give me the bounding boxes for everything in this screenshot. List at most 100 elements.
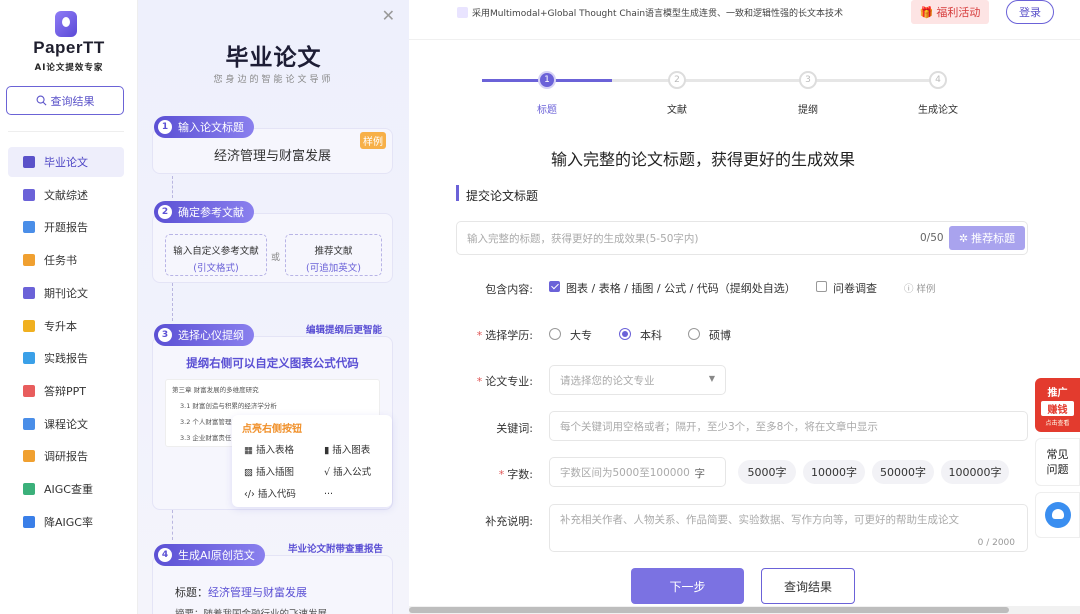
insert-chart-item: ▮ 插入图表 (324, 445, 371, 456)
words-label: * 字数: (498, 468, 533, 481)
sidebar-item-10[interactable]: AIGC查重 (8, 474, 124, 504)
step3-tag: 编辑提纲后更智能 (306, 325, 383, 336)
sidebar-item-2[interactable]: 开题报告 (8, 212, 124, 242)
sidebar-item-5[interactable]: 专升本 (8, 311, 124, 341)
query-result-button[interactable]: 查询结果 (761, 568, 855, 604)
or-text: 或 (271, 253, 281, 263)
keyword-input[interactable]: 每个关键词用空格或者；隔开，至少3个，至多8个，将在文章中显示 (549, 411, 1028, 441)
include-label: 包含内容: (485, 283, 533, 296)
step-1-label: 标题 (537, 105, 557, 116)
step1-sample-title: 经济管理与财富发展 (213, 149, 331, 164)
sidebar-item-label: 文献综述 (44, 188, 88, 202)
word-chip-5000[interactable]: 5000字 (738, 460, 796, 484)
degree-radio-benke[interactable] (619, 328, 631, 340)
degree-text-benke: 本科 (640, 329, 662, 342)
survey-icon (23, 450, 35, 463)
extra-textarea[interactable]: 补充相关作者、人物关系、作品简要、实验数据、写作方向等，可更好的帮助生成论文 0… (549, 504, 1028, 552)
ppt-icon (23, 384, 35, 397)
document-icon (23, 188, 35, 201)
example-link[interactable]: ⓘ 样例 (904, 281, 936, 295)
form-heading: 输入完整的论文标题，获得更好的生成效果 (550, 150, 855, 169)
step3-headline: 提纲右侧可以自定义图表公式代码 (186, 356, 359, 370)
promo-button[interactable]: 🎁 福利活动 (911, 0, 989, 24)
include-survey-text: 问卷调查 (833, 282, 877, 295)
word-chip-100000[interactable]: 100000字 (941, 460, 1009, 484)
graduation-cap-icon (23, 156, 35, 168)
step-connector (172, 176, 173, 198)
step1-pill: 1 输入论文标题 (154, 116, 254, 138)
sparkle-icon: ✲ (958, 231, 969, 245)
sidebar-divider (8, 131, 124, 132)
step-connector (172, 510, 173, 540)
recommended-reference-option: 推荐文献 (可追加英文) (285, 234, 382, 276)
degree-radio-shuobo[interactable] (688, 328, 700, 340)
sidebar-item-label: 课程论文 (44, 417, 88, 431)
sidebar-query-button[interactable]: 查询结果 (6, 86, 124, 115)
sidebar-query-label: 查询结果 (50, 94, 95, 108)
sidebar-item-label: 专升本 (44, 319, 77, 333)
custom-reference-option: 输入自定义参考文献 (引文格式) (165, 234, 267, 276)
recommend-title-button[interactable]: ✲ 推荐标题 (949, 226, 1025, 250)
scrollbar-thumb[interactable] (409, 607, 1009, 613)
step-2-label: 文献 (667, 105, 687, 116)
top-bar: 采用Multimodal+Global Thought Chain语言模型生成连… (409, 0, 1080, 40)
insert-popup: 点亮右侧按钮 ▦ 插入表格 ▮ 插入图表 ▨ 插入插图 √ 插入公式 ‹/› 插… (232, 415, 392, 507)
title-char-count: 0/50 (920, 232, 944, 244)
section-title: 提交论文标题 (466, 189, 539, 203)
practice-icon (23, 352, 35, 365)
extra-label: 补充说明: (485, 515, 533, 528)
sidebar-item-8[interactable]: 课程论文 (8, 409, 124, 439)
insert-table-item: ▦ 插入表格 (244, 445, 295, 456)
chart-down-icon (23, 515, 35, 528)
degree-radio-dazhuan[interactable] (549, 328, 561, 340)
section-marker (456, 185, 459, 201)
major-select[interactable]: 请选择您的论文专业 ▼ (549, 365, 726, 395)
journal-icon (23, 286, 35, 299)
banner-icon (457, 7, 468, 18)
sidebar-item-3[interactable]: 任务书 (8, 245, 124, 275)
step2-pill: 2 确定参考文献 (154, 201, 254, 223)
word-chip-10000[interactable]: 10000字 (803, 460, 865, 484)
popup-more: ... (324, 486, 334, 497)
degree-text-shuobo: 硕博 (709, 329, 731, 342)
sidebar-item-label: 降AIGC率 (44, 515, 93, 529)
sidebar-item-label: 开题报告 (44, 221, 88, 235)
customer-service-widget[interactable] (1035, 492, 1080, 538)
sample-badge: 样例 (360, 132, 386, 149)
extra-char-count: 0 / 2000 (977, 538, 1015, 548)
next-step-button[interactable]: 下一步 (631, 568, 744, 604)
sidebar-item-9[interactable]: 调研报告 (8, 441, 124, 471)
affiliate-widget[interactable]: 推广 赚钱 点击查看 (1035, 378, 1080, 432)
step-1-dot: 1 (538, 71, 556, 89)
word-chip-50000[interactable]: 50000字 (872, 460, 934, 484)
step3-pill: 3 选择心仪提纲 (154, 324, 254, 346)
sidebar: PaperTT AI论文提效专家 查询结果 毕业论文 文献综述 开题报告 任务书 期刊论… (0, 0, 138, 614)
include-figures-checkbox[interactable] (549, 281, 560, 292)
step-2-dot: 2 (668, 71, 686, 89)
sidebar-item-4[interactable]: 期刊论文 (8, 278, 124, 308)
close-icon[interactable]: ✕ (382, 6, 395, 25)
words-input[interactable]: 字数区间为5000至100000 字 (549, 457, 726, 487)
sidebar-item-label: 答辩PPT (44, 384, 86, 398)
gift-icon: 🎁 (919, 5, 934, 19)
popup-title: 点亮右侧按钮 (242, 424, 302, 435)
sidebar-item-11[interactable]: 降AIGC率 (8, 507, 124, 537)
step-3-dot: 3 (799, 71, 817, 89)
keyword-label: 关键词: (496, 422, 533, 435)
guide-panel: ✕ 毕业论文 您身边的智能论文导师 经济管理与财富发展 样例 1 输入论文标题 输… (138, 0, 409, 614)
login-button[interactable]: 登录 (1006, 0, 1054, 24)
sidebar-item-0[interactable]: 毕业论文 (8, 147, 124, 177)
degree-label: * 选择学历: (476, 329, 533, 342)
include-survey-checkbox[interactable] (816, 281, 827, 292)
sidebar-item-6[interactable]: 实践报告 (8, 343, 124, 373)
step4-tag: 毕业论文附带查重报告 (288, 544, 384, 555)
sidebar-item-1[interactable]: 文献综述 (8, 180, 124, 210)
step-connector (172, 283, 173, 321)
course-icon (23, 417, 35, 430)
task-icon (23, 254, 35, 267)
sidebar-item-label: 毕业论文 (44, 156, 88, 169)
faq-widget[interactable]: 常见 问题 (1035, 438, 1080, 486)
step4-title-row: 标题：经济管理与财富发展 (175, 586, 307, 599)
sidebar-item-7[interactable]: 答辩PPT (8, 376, 124, 406)
coin-icon (23, 319, 35, 332)
